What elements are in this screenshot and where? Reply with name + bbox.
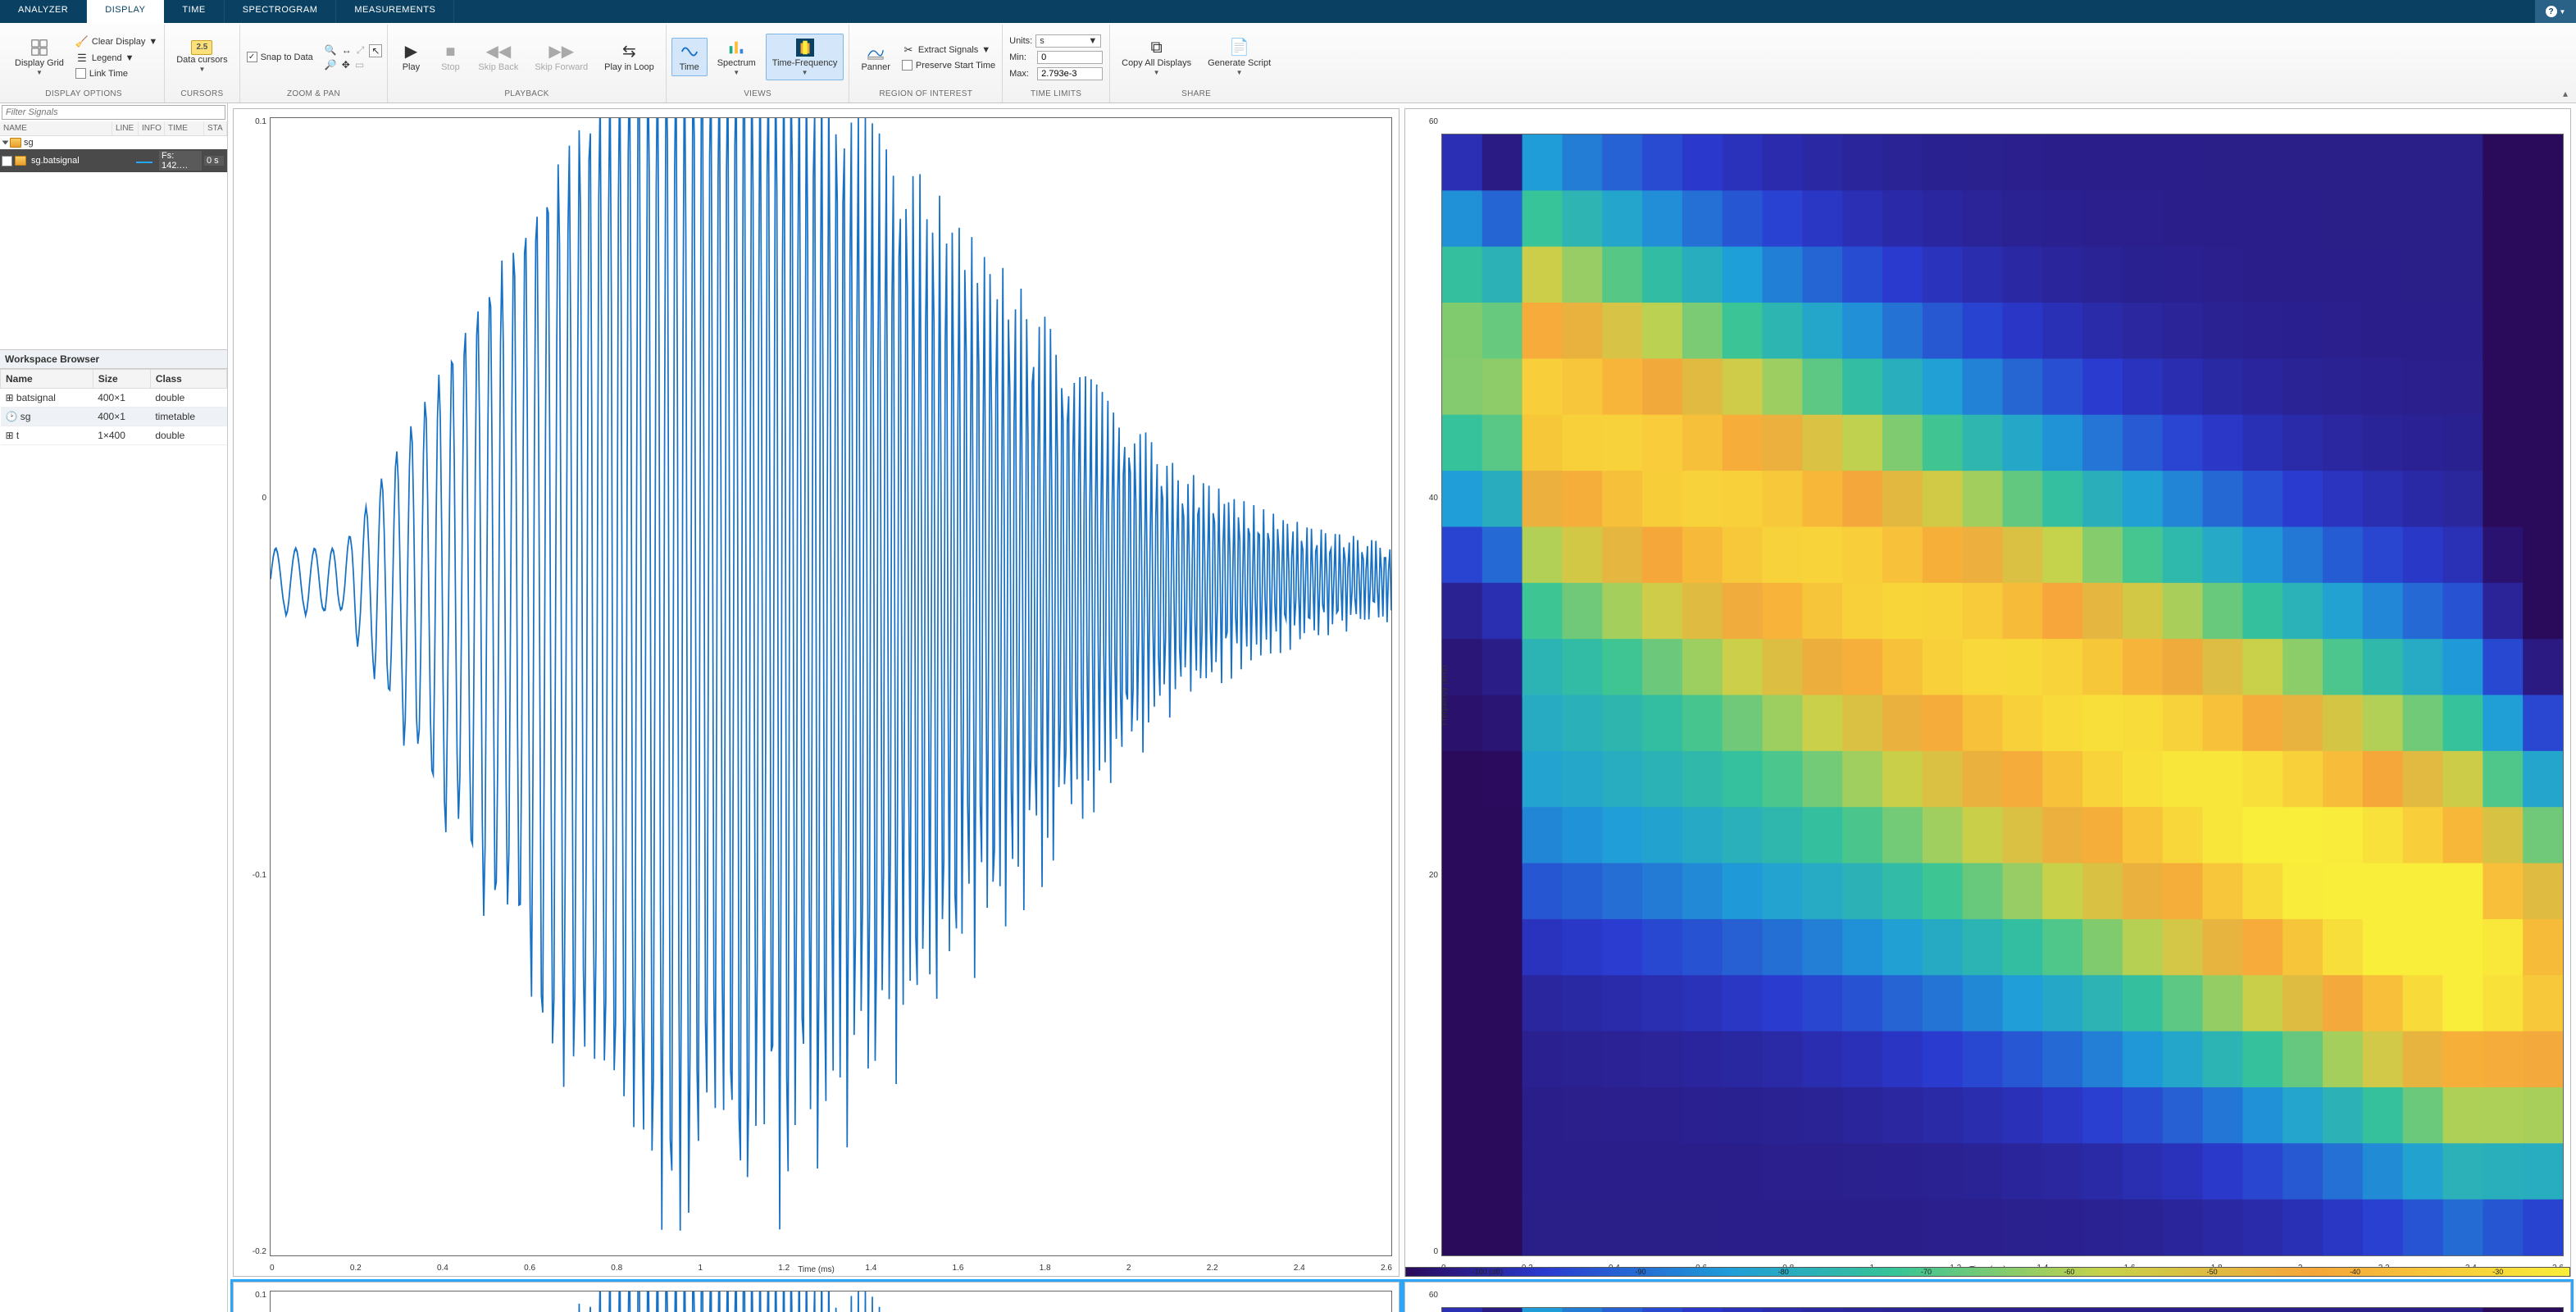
- clear-icon: 🧹: [75, 35, 89, 48]
- copy-displays-button[interactable]: ⧉Copy All Displays▼: [1115, 34, 1198, 80]
- script-icon: 📄: [1229, 37, 1249, 58]
- units-select[interactable]: s▼: [1035, 34, 1101, 48]
- tab-spectrogram[interactable]: SPECTROGRAM: [225, 0, 337, 23]
- var-icon: ⊞: [6, 430, 14, 441]
- signal-tree-item[interactable]: ✓ sg.batsignal Fs: 142.… 0 s: [0, 149, 227, 172]
- y-axis: 6040200: [1409, 1291, 1438, 1312]
- spectrogram-plot[interactable]: 6040200 -100 (dB)-90-80-70-60-50-40-30Fr…: [1404, 108, 2571, 1277]
- panner-icon: [867, 41, 885, 62]
- spectrogram-icon: [796, 37, 814, 58]
- chevron-down-icon: ▼: [2560, 8, 2566, 16]
- signals-header: NAME LINE INFO TIME STA: [0, 121, 227, 136]
- stop-button[interactable]: ■Stop: [432, 38, 468, 76]
- data-cursors-button[interactable]: 2.5 Data cursors ▼: [170, 37, 234, 77]
- tab-time[interactable]: TIME: [164, 0, 224, 23]
- tabstrip: ANALYZER DISPLAY TIME SPECTROGRAM MEASUR…: [0, 0, 2576, 23]
- minimize-ribbon-button[interactable]: ▴: [2558, 25, 2573, 102]
- copy-icon: ⧉: [1150, 37, 1162, 58]
- max-label: Max:: [1009, 69, 1034, 79]
- loop-button[interactable]: ⇆Play in Loop: [598, 38, 661, 76]
- variable-icon: [10, 138, 21, 148]
- checkbox-checked-icon: ✓: [247, 52, 257, 62]
- var-icon: 🕑: [6, 411, 18, 422]
- wave-icon: [680, 41, 699, 62]
- preserve-start-checkbox[interactable]: Preserve Start Time: [900, 59, 997, 71]
- tab-analyzer[interactable]: ANALYZER: [0, 0, 87, 23]
- spectrum-view-button[interactable]: Spectrum▼: [711, 34, 762, 80]
- signal-tree-root[interactable]: sg: [0, 136, 227, 149]
- extract-icon: ✂: [902, 43, 915, 57]
- workspace-row[interactable]: ⊞ t1×400double: [1, 426, 227, 445]
- time-plot[interactable]: 0.10-0.1-0.2 00.20.40.60.811.21.41.61.82…: [233, 108, 1400, 1277]
- display-area: 0.10-0.1-0.2 00.20.40.60.811.21.41.61.82…: [228, 103, 2576, 1312]
- display-grid-button[interactable]: Display Grid ▼: [8, 34, 71, 80]
- play-icon: ▶: [405, 41, 417, 62]
- x-label: Time (ms): [234, 1265, 1399, 1274]
- workspace-row[interactable]: 🕑 sg400×1timetable: [1, 408, 227, 426]
- loop-icon: ⇆: [622, 41, 636, 62]
- tab-display[interactable]: DISPLAY: [87, 0, 164, 23]
- legend-button[interactable]: ☰Legend▼: [74, 51, 159, 66]
- snap-to-data-checkbox[interactable]: ✓Snap to Data: [245, 51, 315, 63]
- line-preview-icon: [136, 162, 152, 163]
- signals-panel: NAME LINE INFO TIME STA sg ✓ sg.batsigna…: [0, 103, 228, 1312]
- chevron-down-icon: ▼: [36, 69, 43, 77]
- max-input[interactable]: [1037, 67, 1103, 80]
- ribbon: Display Grid ▼ 🧹Clear Display▼ ☰Legend▼ …: [0, 23, 2576, 103]
- generate-script-button[interactable]: 📄Generate Script▼: [1201, 34, 1277, 80]
- spectrogram-plot[interactable]: 6040200 -100 (dB)-90-80-70-60-50-40-30Fr…: [1404, 1282, 2571, 1312]
- fit-icon[interactable]: ▭: [355, 59, 364, 71]
- legend-icon: ☰: [75, 52, 89, 65]
- pan-icon[interactable]: ✥: [342, 59, 350, 71]
- skip-fwd-button[interactable]: ▶▶Skip Forward: [528, 38, 594, 76]
- extract-signals-button[interactable]: ✂Extract Signals▼: [900, 43, 997, 57]
- cursor-icon: 2.5: [191, 40, 212, 55]
- zoom-out-icon[interactable]: ⤢: [357, 44, 365, 57]
- link-time-checkbox[interactable]: Link Time: [74, 67, 159, 80]
- zoom-in-icon[interactable]: 🔍: [325, 44, 337, 57]
- skip-back-button[interactable]: ◀◀Skip Back: [471, 38, 525, 76]
- panner-button[interactable]: Panner: [854, 38, 896, 76]
- checkbox-icon: [75, 68, 86, 79]
- workspace-browser-title: Workspace Browser: [0, 349, 227, 369]
- help-icon: ?: [2546, 6, 2557, 17]
- y-axis: 0.10-0.1-0.2: [237, 1291, 266, 1312]
- y-axis: 0.10-0.1-0.2: [237, 117, 266, 1256]
- col-class[interactable]: Class: [150, 370, 226, 389]
- checkbox-icon: [902, 60, 913, 71]
- col-name[interactable]: Name: [1, 370, 93, 389]
- clear-display-button[interactable]: 🧹Clear Display▼: [74, 34, 159, 49]
- time-plot[interactable]: 0.10-0.1-0.2 00.20.40.60.811.21.41.61.82…: [233, 1282, 1400, 1312]
- expand-icon[interactable]: [2, 141, 9, 145]
- min-label: Min:: [1009, 52, 1034, 62]
- y-axis: 6040200: [1409, 117, 1438, 1256]
- variable-icon: [15, 156, 26, 166]
- checkbox-checked-icon[interactable]: ✓: [2, 156, 12, 166]
- col-size[interactable]: Size: [93, 370, 150, 389]
- play-button[interactable]: ▶Play: [393, 38, 429, 76]
- stop-icon: ■: [445, 41, 455, 62]
- skip-fwd-icon: ▶▶: [548, 41, 574, 62]
- filter-signals-input[interactable]: [2, 105, 225, 120]
- workspace-table: Name Size Class ⊞ batsignal400×1double🕑 …: [0, 369, 227, 1312]
- time-view-button[interactable]: Time: [671, 38, 708, 76]
- min-input[interactable]: [1037, 51, 1103, 64]
- zoom-reset-icon[interactable]: 🔎: [325, 59, 337, 71]
- help-menu[interactable]: ?▼: [2535, 0, 2576, 23]
- time-frequency-view-button[interactable]: Time-Frequency▼: [766, 34, 844, 80]
- var-icon: ⊞: [6, 392, 14, 403]
- skip-back-icon: ◀◀: [486, 41, 512, 62]
- spectrum-icon: [727, 37, 745, 58]
- zoom-x-icon[interactable]: ↔: [342, 44, 352, 57]
- workspace-row[interactable]: ⊞ batsignal400×1double: [1, 389, 227, 408]
- tab-measurements[interactable]: MEASUREMENTS: [336, 0, 454, 23]
- pointer-icon[interactable]: ↖: [369, 44, 382, 57]
- grid-icon: [30, 37, 48, 58]
- units-label: Units:: [1009, 36, 1032, 46]
